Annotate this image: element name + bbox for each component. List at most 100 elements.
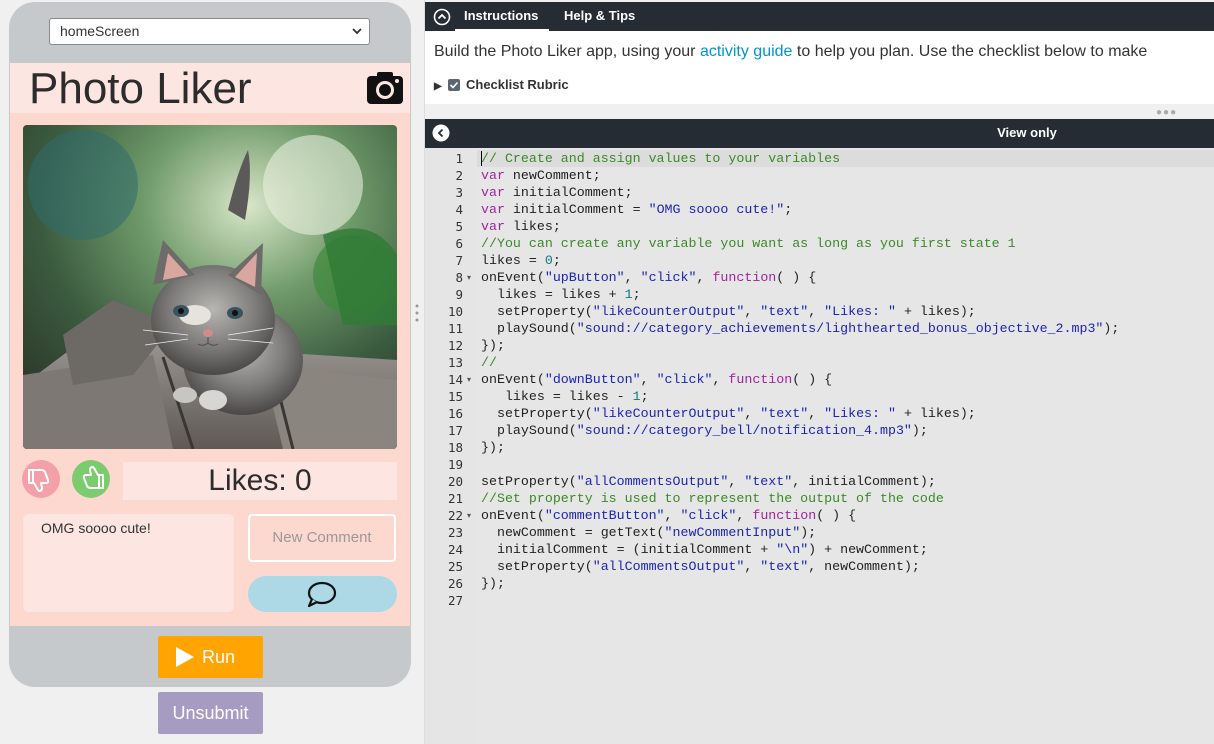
code-token: initialComment = [504,202,649,217]
fold-arrow-icon[interactable]: ▾ [467,507,471,524]
code-token: //You can create any variable you want a… [481,236,1016,251]
tab-instructions[interactable]: Instructions [464,2,538,30]
code-token: var [481,185,505,200]
code-token: // [481,355,497,370]
code-token: playSound( [481,321,577,336]
tab-help-tips[interactable]: Help & Tips [564,2,635,30]
code-token: "newCommentInput" [664,525,801,540]
comment-button[interactable] [248,576,397,612]
code-line: initialComment = (initialComment + "\n")… [481,541,928,558]
code-line: onEvent("downButton", "click", function(… [481,371,832,388]
resize-dots-handle[interactable]: ●●● [1156,107,1177,118]
kitten-photo [23,125,397,449]
screen-select-dropdown[interactable]: homeScreen [49,18,370,45]
fold-arrow-icon[interactable]: ▾ [467,371,471,388]
code-line: var likes; [481,218,561,235]
code-token: newComment; [504,168,601,183]
code-token: + likes); [895,304,976,319]
code-token: }); [481,440,505,455]
line-number: 7 [455,253,463,268]
code-token: ); [1103,321,1120,336]
code-token: "downButton" [544,372,641,387]
line-number: 5 [455,219,463,234]
code-line: var initialComment; [481,184,633,201]
unsubmit-button[interactable]: Unsubmit [158,692,263,734]
run-button[interactable]: Run [158,636,263,678]
activity-guide-link[interactable]: activity guide [700,43,793,60]
code-token: 1 [632,389,641,404]
line-number: 24 [447,542,463,557]
code-token: setProperty( [481,474,577,489]
checklist-rubric-toggle[interactable]: ▶ Checklist Rubric [434,77,569,92]
line-number: 18 [447,440,463,455]
code-line: // Create and assign values to your vari… [481,150,840,167]
fold-arrow-icon[interactable]: ▾ [467,269,471,286]
instructions-header: Instructions Help & Tips [425,2,1214,31]
code-token: initialComment = (initialComment + [481,542,777,557]
thumbs-up-button[interactable] [72,460,110,498]
collapse-icon[interactable] [433,8,451,31]
line-number: 2 [455,168,463,183]
code-header-bar: View only [425,119,1214,148]
code-token: likes = likes - [481,389,633,404]
code-token: }); [481,338,505,353]
like-counter-output: Likes: 0 [123,462,397,500]
code-line: setProperty("likeCounterOutput", "text",… [481,303,976,320]
code-token: "Likes: " [824,406,896,421]
code-token: function [752,508,817,523]
resize-grip-handle[interactable] [414,303,420,323]
code-token: ; [784,202,793,217]
code-token: setProperty( [481,406,593,421]
code-token: ; [640,389,649,404]
code-token: ; [632,287,641,302]
code-line: }); [481,439,505,456]
line-number: 4 [455,202,463,217]
code-token: "text" [760,559,809,574]
line-number: 9 [455,287,463,302]
code-token: , [744,304,761,319]
app-preview-panel: homeScreen Photo Liker Likes: 0 OMG sooo… [0,0,424,744]
code-token: var [481,202,505,217]
thumbs-down-icon [28,469,50,492]
code-line: newComment = getText("newCommentInput"); [481,524,816,541]
code-token: var [481,219,505,234]
thumbs-down-button[interactable] [22,460,60,498]
code-line: //Set property is used to represent the … [481,490,944,507]
line-number: 14 [447,372,463,387]
line-number: 8 [455,270,463,285]
code-area[interactable]: // Create and assign values to your vari… [477,148,1214,744]
code-token: ( ) { [792,372,833,387]
code-token: ( ) { [816,508,857,523]
thumbs-up-icon [82,466,104,489]
code-line: likes = 0; [481,252,561,269]
code-line: }); [481,575,505,592]
code-token: ; [552,253,561,268]
line-number: 11 [447,321,463,336]
code-token: "text" [760,304,809,319]
code-token: "click" [656,372,713,387]
line-number: 15 [447,389,463,404]
code-token: setProperty( [481,304,593,319]
code-token: ); [911,423,928,438]
code-token: var [481,168,505,183]
code-line: likes = likes - 1; [481,388,649,405]
line-number: 23 [447,525,463,540]
code-line: //You can create any variable you want a… [481,235,1016,252]
instructions-panel: Build the Photo Liker app, using your ac… [425,31,1214,104]
code-token: "\n" [776,542,809,557]
code-token: setProperty( [481,559,593,574]
play-icon [176,647,194,667]
code-token: , [744,559,761,574]
instructions-text: Build the Photo Liker app, using your ac… [434,43,1147,61]
line-number: 17 [447,423,463,438]
code-token: 0 [544,253,553,268]
code-token: "click" [640,270,697,285]
code-token: , [712,372,729,387]
code-line: var initialComment = "OMG soooo cute!"; [481,201,792,218]
camera-icon[interactable] [366,70,404,106]
code-editor[interactable]: 1 2 3 4 5 6 7 8 ▾ 9 10 11 12 13 14 ▾ 15 16 17 18 19 20 21 22 ▾ 23… [425,148,1214,744]
code-token: "click" [680,508,737,523]
instructions-text-end: to help you plan. Use the checklist belo… [792,43,1148,60]
new-comment-input[interactable]: New Comment [248,514,396,562]
line-number: 27 [447,593,463,608]
